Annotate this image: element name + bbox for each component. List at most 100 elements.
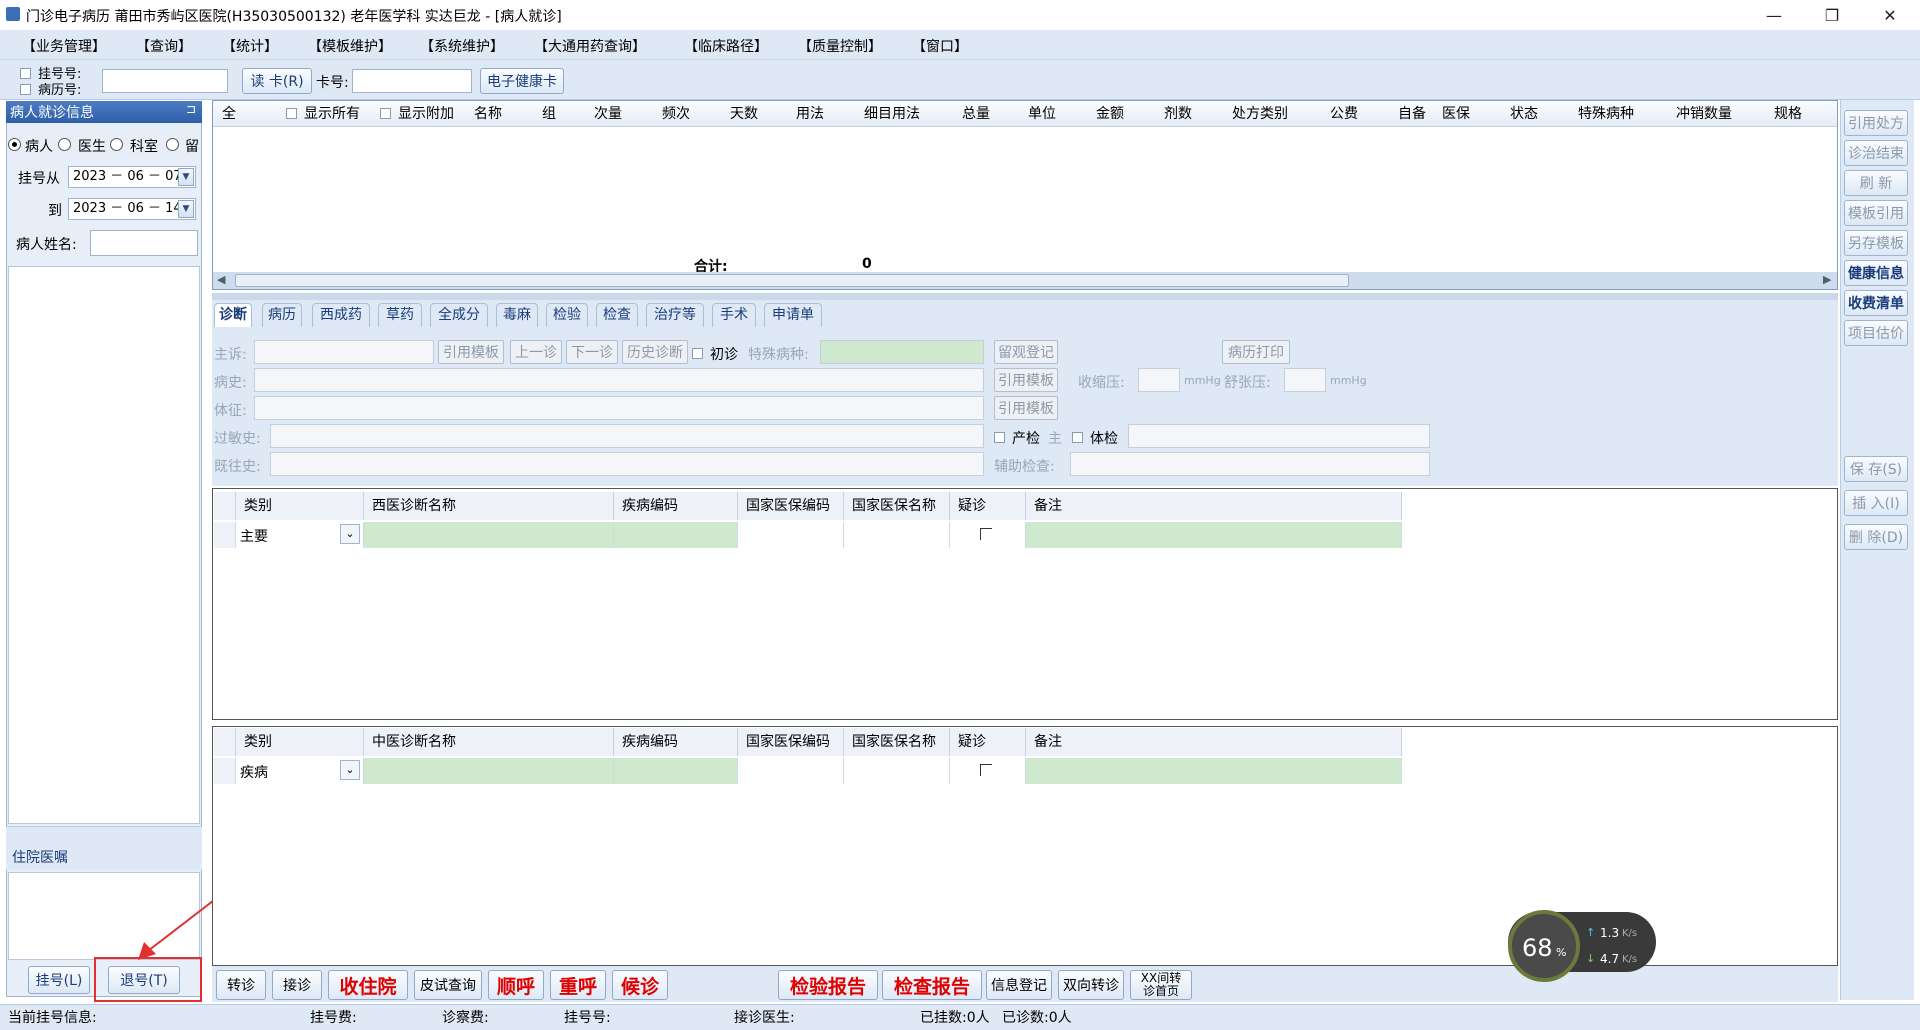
tcm-suspected-cell[interactable]: [950, 758, 1026, 784]
admit-button[interactable]: 收住院: [328, 970, 408, 1000]
scroll-right-icon[interactable]: ▶: [1823, 273, 1831, 286]
menu-template[interactable]: 【模板维护】: [308, 36, 392, 56]
first-visit-checkbox[interactable]: [692, 348, 703, 359]
call-next-button[interactable]: 顺呼: [488, 970, 544, 1000]
health-card-button[interactable]: 电子健康卡: [480, 68, 564, 94]
tab-full-ingredient[interactable]: 全成分: [430, 303, 488, 327]
pin-icon[interactable]: ⊐: [186, 102, 196, 116]
restore-button[interactable]: ❐: [1804, 0, 1860, 30]
physical-exam-input[interactable]: [1128, 424, 1430, 448]
radio-doctor[interactable]: [58, 138, 71, 151]
tcm-suspected-checkbox[interactable]: [980, 764, 992, 776]
cite-prescription-button[interactable]: 引用处方: [1844, 110, 1908, 136]
wm-insurance-code-cell[interactable]: [738, 522, 844, 548]
history-diagnosis-button[interactable]: 历史诊断: [622, 340, 688, 364]
delete-button[interactable]: 删 除(D): [1844, 524, 1908, 550]
print-record-button[interactable]: 病历打印: [1222, 340, 1290, 364]
save-button[interactable]: 保 存(S): [1844, 456, 1908, 482]
waiting-button[interactable]: 候诊: [612, 970, 668, 1000]
date-from-picker[interactable]: 2023 － 06 － 07: [68, 166, 196, 188]
wm-type-select[interactable]: 主要 ⌄: [236, 522, 364, 548]
tcm-name-cell[interactable]: [364, 758, 614, 784]
history-input[interactable]: [254, 368, 984, 392]
chevron-down-icon[interactable]: ⌄: [340, 524, 360, 544]
physical-sign-input[interactable]: [254, 396, 984, 420]
tab-examination[interactable]: 检查: [596, 303, 638, 327]
register-button[interactable]: 挂号(L): [28, 966, 90, 994]
exam-report-button[interactable]: 检查报告: [882, 970, 982, 1000]
allergy-input[interactable]: [270, 424, 984, 448]
cite-template-button-1[interactable]: 引用模板: [438, 340, 504, 364]
radio-department[interactable]: [110, 138, 123, 151]
reg-no-checkbox[interactable]: [20, 68, 31, 79]
show-extra-checkbox[interactable]: [380, 108, 391, 119]
record-no-checkbox[interactable]: [20, 84, 31, 95]
tab-western-medicine[interactable]: 西成药: [312, 303, 370, 327]
menu-quality[interactable]: 【质量控制】: [798, 36, 882, 56]
date-from-dropdown-icon[interactable]: ▼: [178, 168, 194, 186]
two-way-transfer-button[interactable]: 双向转诊: [1058, 970, 1124, 1000]
tcm-code-cell[interactable]: [614, 758, 738, 784]
cite-template-button-3[interactable]: 引用模板: [994, 396, 1058, 420]
physical-exam-checkbox[interactable]: [1072, 432, 1083, 443]
radio-observation[interactable]: [166, 138, 179, 151]
tab-treatment[interactable]: 治疗等: [646, 303, 704, 327]
tab-surgery[interactable]: 手术: [712, 303, 756, 327]
insert-button[interactable]: 插 入(I): [1844, 490, 1908, 516]
wm-suspected-checkbox[interactable]: [980, 528, 992, 540]
special-disease-input[interactable]: [820, 340, 984, 364]
refresh-button[interactable]: 刷 新: [1844, 170, 1908, 196]
tab-herbal[interactable]: 草药: [378, 303, 422, 327]
wm-insurance-name-cell[interactable]: [844, 522, 950, 548]
date-to-picker[interactable]: 2023 － 06 － 14: [68, 198, 196, 220]
tcm-insurance-code-cell[interactable]: [738, 758, 844, 784]
recall-button[interactable]: 重呼: [550, 970, 606, 1000]
tcm-insurance-name-cell[interactable]: [844, 758, 950, 784]
tab-diagnosis[interactable]: 诊断: [214, 303, 252, 327]
show-all-checkbox[interactable]: [286, 108, 297, 119]
scrollbar-thumb[interactable]: [235, 274, 1349, 287]
item-estimate-button[interactable]: 项目估价: [1844, 320, 1908, 346]
menu-business[interactable]: 【业务管理】: [22, 36, 106, 56]
tab-lab-test[interactable]: 检验: [546, 303, 588, 327]
horizontal-scrollbar[interactable]: ◀ ▶: [213, 272, 1837, 289]
menu-query[interactable]: 【查询】: [136, 36, 192, 56]
next-visit-button[interactable]: 下一诊: [566, 340, 618, 364]
wm-name-cell[interactable]: [364, 522, 614, 548]
scroll-left-icon[interactable]: ◀: [217, 273, 225, 286]
wm-code-cell[interactable]: [614, 522, 738, 548]
end-treatment-button[interactable]: 诊治结束: [1844, 140, 1908, 166]
cite-template-button-2[interactable]: 引用模板: [994, 368, 1058, 392]
tab-request-form[interactable]: 申请单: [764, 303, 822, 327]
chief-complaint-input[interactable]: [254, 340, 434, 364]
transfer-homepage-button[interactable]: XX间转诊首页: [1130, 970, 1192, 1000]
transfer-button[interactable]: 转诊: [216, 970, 266, 1000]
past-history-input[interactable]: [270, 452, 984, 476]
tab-medical-record[interactable]: 病历: [262, 303, 302, 327]
tcm-row-selector[interactable]: [214, 758, 236, 784]
card-no-input[interactable]: [352, 69, 472, 93]
patient-list[interactable]: [8, 266, 200, 824]
diastolic-input[interactable]: [1284, 368, 1326, 392]
close-button[interactable]: ✕: [1862, 0, 1918, 30]
accept-button[interactable]: 接诊: [272, 970, 322, 1000]
menu-drug-query[interactable]: 【大通用药查询】: [534, 36, 646, 56]
tcm-type-select[interactable]: 疾病 ⌄: [236, 758, 364, 784]
chevron-down-icon[interactable]: ⌄: [340, 760, 360, 780]
col-select-all[interactable]: 全: [222, 102, 236, 126]
lab-report-button[interactable]: 检验报告: [778, 970, 878, 1000]
aux-exam-input[interactable]: [1070, 452, 1430, 476]
health-info-button[interactable]: 健康信息: [1844, 260, 1908, 286]
menu-window[interactable]: 【窗口】: [912, 36, 968, 56]
radio-patient[interactable]: [8, 138, 21, 151]
wm-suspected-cell[interactable]: [950, 522, 1026, 548]
menu-clinical-path[interactable]: 【临床路径】: [684, 36, 768, 56]
observation-register-button[interactable]: 留观登记: [994, 340, 1058, 364]
patient-name-input[interactable]: [90, 230, 198, 256]
systolic-input[interactable]: [1138, 368, 1180, 392]
menu-system[interactable]: 【系统维护】: [420, 36, 504, 56]
date-to-dropdown-icon[interactable]: ▼: [178, 200, 194, 218]
info-register-button[interactable]: 信息登记: [986, 970, 1052, 1000]
read-card-button[interactable]: 读 卡(R): [242, 68, 312, 94]
tcm-remarks-cell[interactable]: [1026, 758, 1402, 784]
